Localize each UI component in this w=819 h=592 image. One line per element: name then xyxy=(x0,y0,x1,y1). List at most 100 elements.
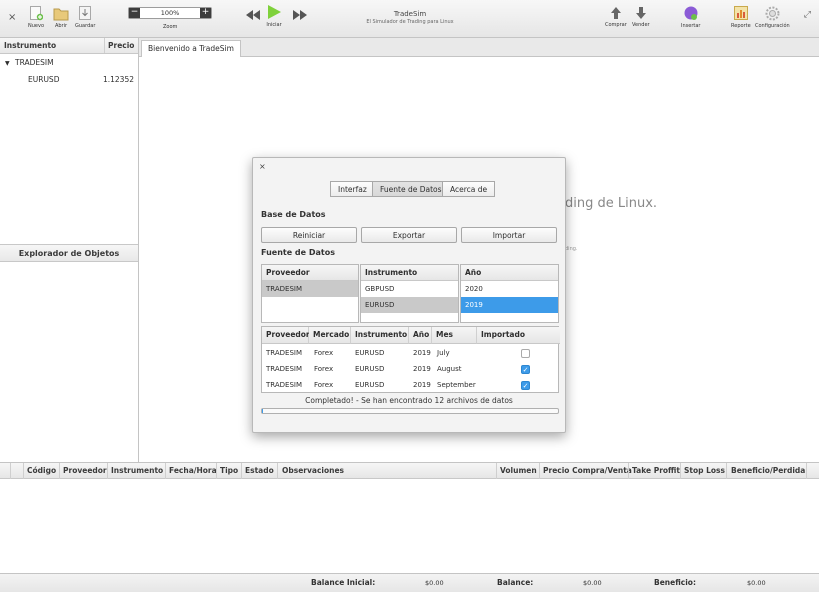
col-estado[interactable]: Estado xyxy=(245,466,274,475)
column-divider xyxy=(726,463,727,479)
list-item[interactable]: TRADESIM xyxy=(262,281,358,297)
cell-mes: September xyxy=(437,381,476,389)
col-instrumento[interactable]: Instrumento xyxy=(111,466,163,475)
column-divider xyxy=(241,463,242,479)
collapse-arrow-icon[interactable]: ▼ xyxy=(5,60,10,67)
col-precio[interactable]: Precio xyxy=(108,41,134,50)
buy-label: Comprar xyxy=(605,22,627,28)
app-title-block: TradeSim El Simulador de Trading para Li… xyxy=(330,10,490,25)
col-anio[interactable]: Año xyxy=(409,327,432,344)
cell-anio: 2019 xyxy=(413,349,431,357)
list-item[interactable]: GBPUSD xyxy=(361,281,458,297)
fast-forward-icon[interactable] xyxy=(293,10,307,20)
report-label: Reporte xyxy=(731,23,751,29)
rewind-icon[interactable] xyxy=(246,10,260,20)
col-instrumento[interactable]: Instrumento xyxy=(4,41,56,50)
cell-instrumento: EURUSD xyxy=(355,381,385,389)
maximize-window-button[interactable]: ⤢ xyxy=(804,10,811,20)
col-proveedor[interactable]: Proveedor xyxy=(262,327,310,344)
imported-checkbox[interactable] xyxy=(521,349,530,358)
app-title: TradeSim xyxy=(393,10,427,18)
profit-value: $0.00 xyxy=(747,579,766,587)
initial-balance-label: Balance Inicial: xyxy=(311,578,376,587)
year-list-header: Año xyxy=(461,265,558,281)
imported-checkbox[interactable]: ✓ xyxy=(521,365,530,374)
instrument-name: EURUSD xyxy=(28,75,60,84)
col-take-profit[interactable]: Take Proffit xyxy=(632,466,680,475)
list-item[interactable]: EURUSD xyxy=(361,297,458,313)
tab-welcome[interactable]: Bienvenido a TradeSim xyxy=(141,40,241,57)
cell-proveedor: TRADESIM xyxy=(266,349,303,357)
column-divider xyxy=(216,463,217,479)
buy-button[interactable]: Comprar xyxy=(605,6,627,28)
column-divider xyxy=(539,463,540,479)
instrument-list: Instrumento GBPUSD EURUSD xyxy=(360,264,459,323)
document-tabbar: Bienvenido a TradeSim xyxy=(139,38,819,57)
column-divider xyxy=(59,463,60,479)
insert-label: Insertar xyxy=(681,23,701,29)
insert-object-icon xyxy=(684,6,698,20)
save-button[interactable]: Guardar xyxy=(75,6,95,29)
instruments-header: Instrumento Precio xyxy=(0,38,138,54)
welcome-text-partial: ding. xyxy=(565,246,578,252)
cell-proveedor: TRADESIM xyxy=(266,365,303,373)
new-button[interactable]: Nuevo xyxy=(28,6,44,29)
main-toolbar: × Nuevo Abrir Guardar − 100% + Zoom Inic xyxy=(0,0,819,38)
col-mes[interactable]: Mes xyxy=(432,327,477,344)
object-explorer-header: Explorador de Objetos xyxy=(0,244,138,262)
col-importado[interactable]: Importado xyxy=(477,327,560,344)
col-precio-compra-venta[interactable]: Precio Compra/Venta xyxy=(543,466,632,475)
tree-group-tradesim[interactable]: ▼ TRADESIM xyxy=(5,58,54,67)
new-label: Nuevo xyxy=(28,23,45,29)
initial-balance-value: $0.00 xyxy=(425,579,444,587)
col-fecha-hora[interactable]: Fecha/Hora xyxy=(169,466,217,475)
start-label: Iniciar xyxy=(266,22,282,28)
settings-dialog: × Interfaz Fuente de Datos Acerca de Bas… xyxy=(252,157,566,433)
year-list: Año 2020 2019 xyxy=(460,264,559,323)
sell-button[interactable]: Vender xyxy=(632,6,650,28)
tab-acerca-de[interactable]: Acerca de xyxy=(442,181,496,197)
reset-button[interactable]: Reiniciar xyxy=(261,227,357,243)
list-item[interactable]: 2020 xyxy=(461,281,558,297)
col-mercado[interactable]: Mercado xyxy=(309,327,351,344)
provider-list: Proveedor TRADESIM xyxy=(261,264,359,323)
col-volumen[interactable]: Volumen xyxy=(500,466,537,475)
zoom-out-button[interactable]: − xyxy=(129,8,140,18)
report-button[interactable]: Reporte xyxy=(731,6,751,29)
settings-button[interactable]: Configuración xyxy=(755,6,790,29)
col-stop-loss[interactable]: Stop Loss xyxy=(684,466,725,475)
insert-button[interactable]: Insertar xyxy=(681,6,700,29)
data-files-table: Proveedor Mercado Instrumento Año Mes Im… xyxy=(261,326,560,393)
start-button[interactable]: Iniciar xyxy=(266,4,282,28)
zoom-in-button[interactable]: + xyxy=(200,8,211,18)
col-codigo[interactable]: Código xyxy=(27,466,56,475)
cell-mercado: Forex xyxy=(314,349,334,357)
balance-statusbar: Balance Inicial: $0.00 Balance: $0.00 Be… xyxy=(0,573,819,592)
column-divider xyxy=(10,463,11,479)
cell-anio: 2019 xyxy=(413,365,431,373)
col-instrumento[interactable]: Instrumento xyxy=(351,327,409,344)
export-button[interactable]: Exportar xyxy=(361,227,457,243)
settings-label: Configuración xyxy=(755,23,790,29)
col-beneficio-perdida[interactable]: Beneficio/Perdida xyxy=(731,466,805,475)
column-divider xyxy=(104,38,105,53)
dialog-close-button[interactable]: × xyxy=(259,162,266,171)
progress-fill xyxy=(262,409,263,413)
list-item[interactable]: 2019 xyxy=(461,297,558,313)
tab-interfaz[interactable]: Interfaz xyxy=(330,181,375,197)
import-button[interactable]: Importar xyxy=(461,227,557,243)
sell-label: Vender xyxy=(632,22,650,28)
open-button[interactable]: Abrir xyxy=(53,6,69,29)
close-window-button[interactable]: × xyxy=(8,12,16,23)
app-subtitle: El Simulador de Trading para Linux xyxy=(366,19,454,25)
cell-instrumento: EURUSD xyxy=(355,365,385,373)
tab-fuente-de-datos[interactable]: Fuente de Datos xyxy=(372,181,450,197)
datasource-section-title: Fuente de Datos xyxy=(261,248,335,257)
col-tipo[interactable]: Tipo xyxy=(220,466,238,475)
imported-checkbox[interactable]: ✓ xyxy=(521,381,530,390)
col-observaciones[interactable]: Observaciones xyxy=(282,466,344,475)
column-divider xyxy=(277,463,278,479)
tree-item-eurusd[interactable]: EURUSD 1.12352 xyxy=(28,75,134,84)
save-label: Guardar xyxy=(75,23,96,29)
col-proveedor[interactable]: Proveedor xyxy=(63,466,107,475)
